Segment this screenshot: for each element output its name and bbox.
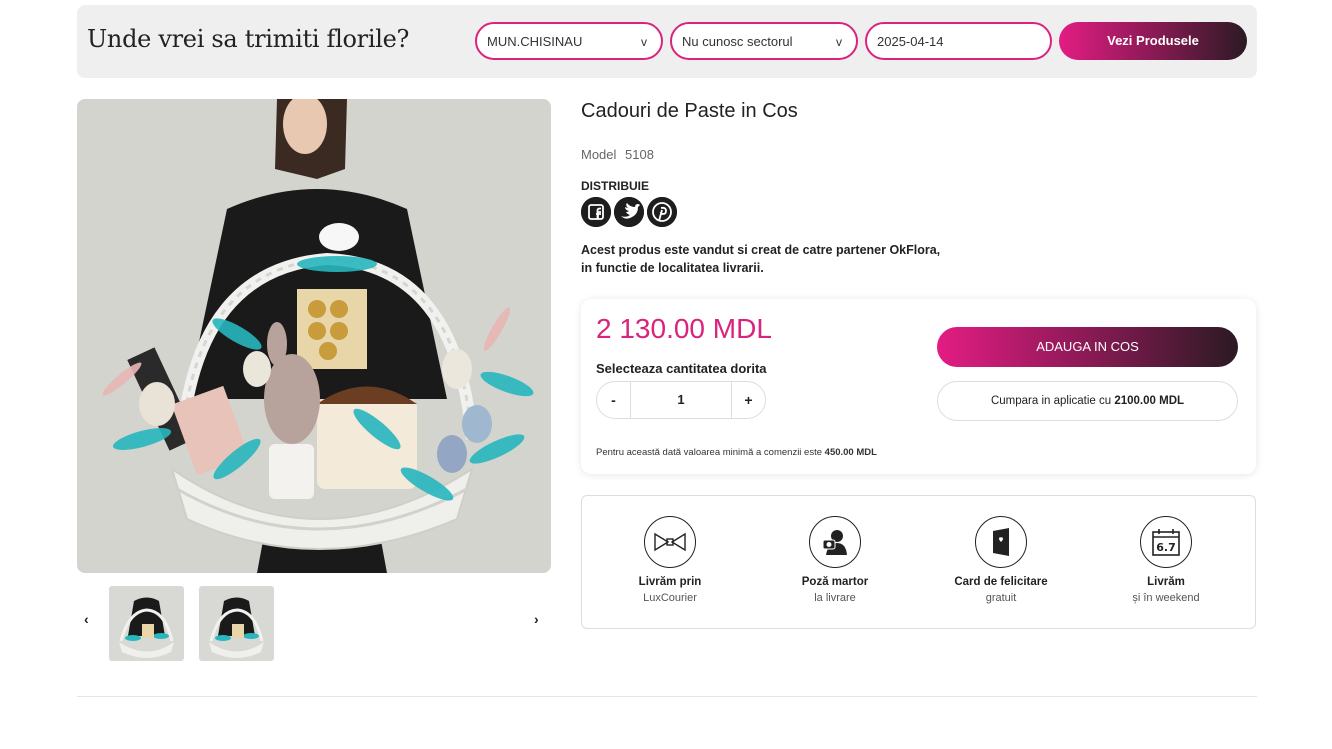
product-main-image[interactable] xyxy=(77,99,551,573)
product-title: Cadouri de Paste in Cos xyxy=(581,100,798,122)
minimum-order-note: Pentru această dată valoarea minimă a co… xyxy=(596,447,877,458)
gallery-prev-button[interactable]: ‹ xyxy=(84,611,89,627)
add-to-cart-button[interactable]: ADAUGA IN COS xyxy=(937,327,1238,367)
product-price: 2 130.00 MDL xyxy=(596,313,772,344)
bow-icon xyxy=(644,516,696,568)
feature-title: Card de felicitare xyxy=(954,576,1048,588)
model-value: 5108 xyxy=(625,147,654,162)
svg-text:6.7: 6.7 xyxy=(1156,541,1176,554)
camera-person-icon xyxy=(809,516,861,568)
quantity-stepper: - 1 + xyxy=(596,381,766,419)
feature-item: Livrăm prin LuxCourier xyxy=(590,516,750,604)
price-card: 2 130.00 MDL Selecteaza cantitatea dorit… xyxy=(581,299,1256,474)
chevron-down-icon: v xyxy=(836,35,842,49)
view-products-button[interactable]: Vezi Produsele xyxy=(1059,22,1247,60)
gallery-thumbnail[interactable] xyxy=(199,586,274,661)
city-select[interactable]: MUN.CHISINAU v xyxy=(475,22,663,60)
feature-title: Livrăm xyxy=(1147,576,1185,588)
buy-in-app-button[interactable]: Cumpara in aplicatie cu 2100.00 MDL xyxy=(937,381,1238,421)
feature-title: Livrăm prin xyxy=(638,576,702,588)
feature-item: 6.7 Livrăm și în weekend xyxy=(1086,516,1246,604)
sector-select[interactable]: Nu cunosc sectorul v xyxy=(670,22,858,60)
product-model: Model 5108 xyxy=(581,147,659,162)
feature-title: Poză martor xyxy=(801,576,869,588)
quantity-increase-button[interactable]: + xyxy=(731,382,765,418)
partner-notice: Acest produs este vandut si creat de cat… xyxy=(581,241,940,277)
feature-item: Poză martor la livrare xyxy=(755,516,915,604)
min-note-text: Pentru această dată valoarea minimă a co… xyxy=(596,447,823,458)
gallery-next-button[interactable]: › xyxy=(534,611,539,627)
feature-subtitle: gratuit xyxy=(985,592,1017,604)
feature-item: Card de felicitare gratuit xyxy=(921,516,1081,604)
facebook-icon[interactable] xyxy=(581,197,611,227)
min-note-value: 450.00 MDL xyxy=(824,447,877,458)
share-label: DISTRIBUIE xyxy=(581,179,650,193)
date-input-value: 2025-04-14 xyxy=(877,34,944,49)
city-select-value: MUN.CHISINAU xyxy=(487,34,583,49)
page-divider xyxy=(77,696,1257,697)
model-label: Model xyxy=(581,147,617,162)
app-button-text: Cumpara in aplicatie cu xyxy=(990,395,1112,407)
partner-line-1: Acest produs este vandut si creat de cat… xyxy=(581,243,941,257)
gallery-thumbnail[interactable] xyxy=(109,586,184,661)
calendar-icon: 6.7 xyxy=(1140,516,1192,568)
card-icon xyxy=(975,516,1027,568)
location-search-bar: Unde vrei sa trimiti florile? MUN.CHISIN… xyxy=(77,5,1257,78)
feature-subtitle: LuxCourier xyxy=(643,592,697,604)
sector-select-value: Nu cunosc sectorul xyxy=(682,34,793,49)
quantity-input[interactable]: 1 xyxy=(631,382,731,418)
partner-line-2: in functie de localitatea livrarii. xyxy=(581,261,764,275)
feature-subtitle: la livrare xyxy=(814,592,856,604)
feature-subtitle: și în weekend xyxy=(1132,592,1200,604)
date-input[interactable]: 2025-04-14 xyxy=(865,22,1052,60)
app-button-price: 2100.00 MDL xyxy=(1114,395,1185,407)
quantity-decrease-button[interactable]: - xyxy=(597,382,631,418)
quantity-label: Selecteaza cantitatea dorita xyxy=(596,361,767,376)
search-title: Unde vrei sa trimiti florile? xyxy=(87,25,410,53)
twitter-icon[interactable] xyxy=(614,197,644,227)
chevron-down-icon: v xyxy=(641,35,647,49)
features-panel: Livrăm prin LuxCourier Poză martor la li… xyxy=(581,495,1256,629)
pinterest-icon[interactable] xyxy=(647,197,677,227)
